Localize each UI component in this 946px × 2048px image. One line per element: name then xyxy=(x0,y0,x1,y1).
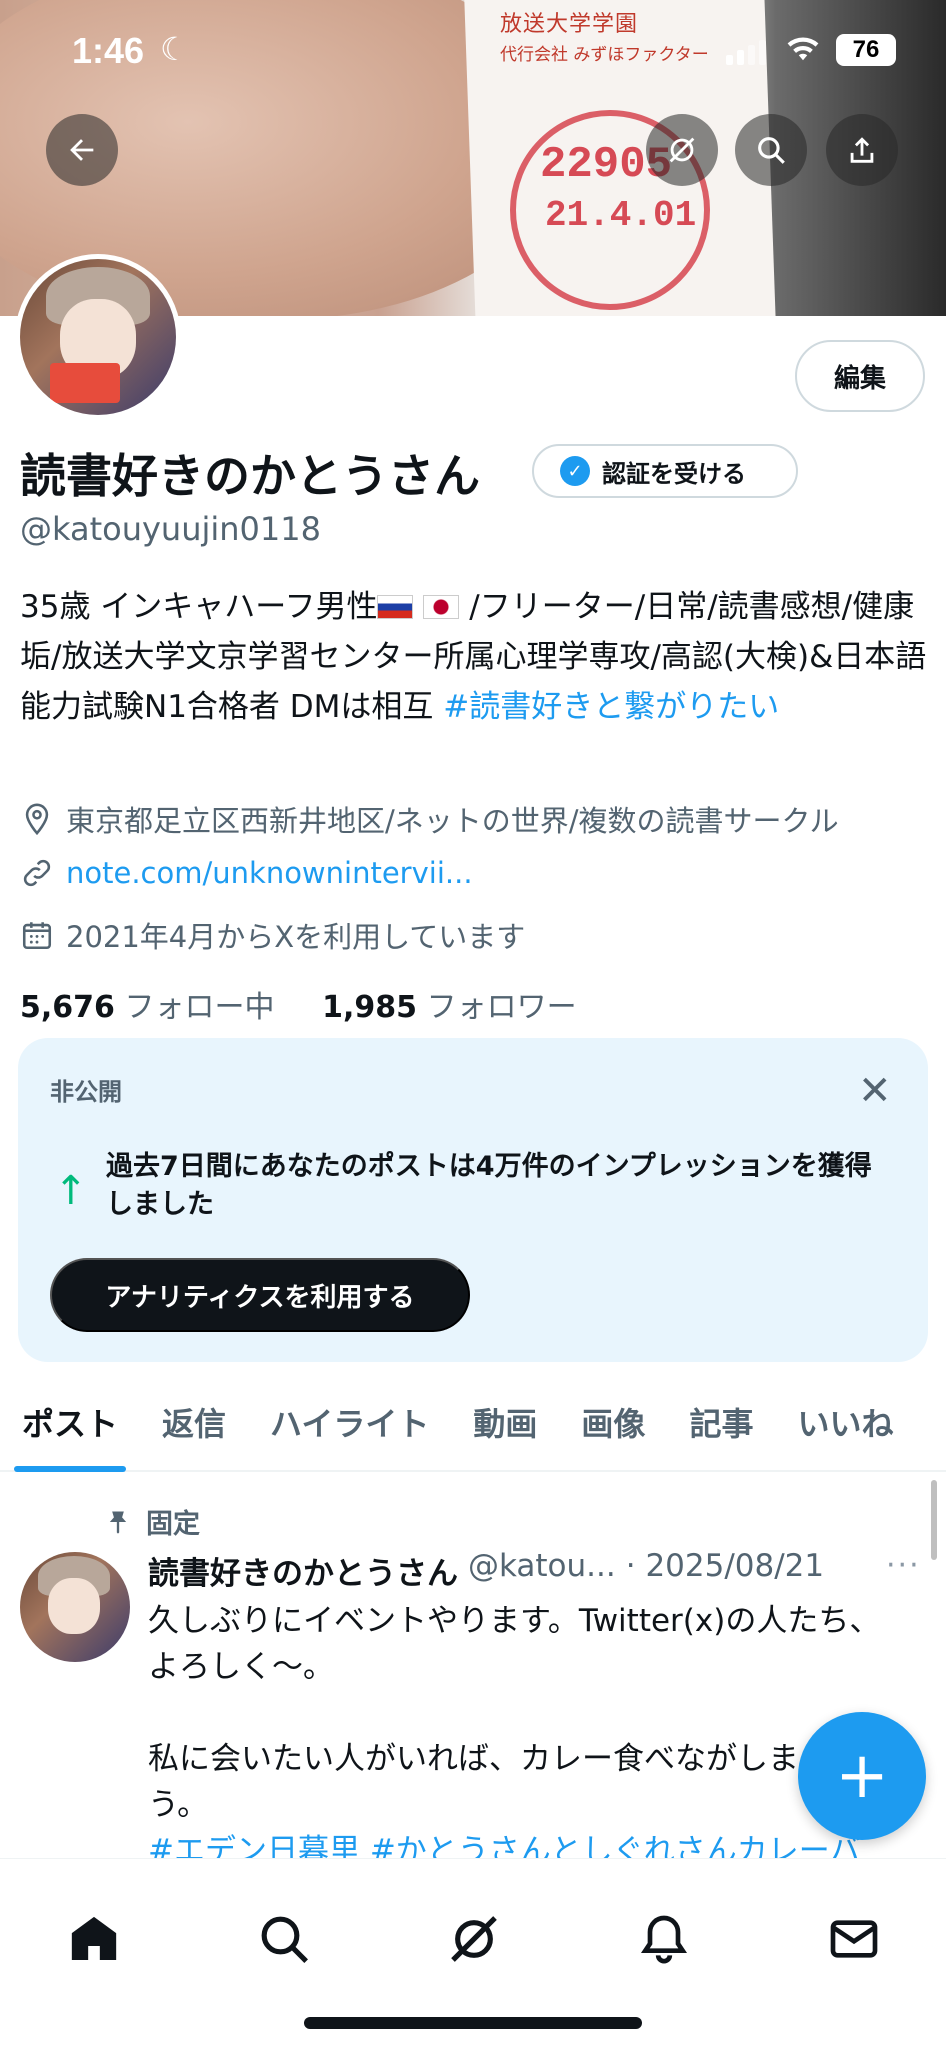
profile-website: note.com/unknownintervii... xyxy=(20,856,473,890)
search-button[interactable] xyxy=(735,114,807,186)
following-count: 5,676 xyxy=(20,990,115,1025)
location-pin-icon xyxy=(25,803,49,836)
profile-tabs: ポスト 返信 ハイライト 動画 画像 記事 いいね xyxy=(0,1396,946,1472)
battery-indicator: 76 xyxy=(836,34,896,66)
compose-post-button[interactable]: + xyxy=(798,1712,926,1840)
pinned-indicator: 固定 xyxy=(104,1502,200,1541)
russia-flag-icon xyxy=(377,595,414,619)
focus-moon-icon: ☾ xyxy=(160,30,189,68)
post-date[interactable]: · 2025/08/21 xyxy=(626,1548,824,1593)
share-button[interactable] xyxy=(826,114,898,186)
post-author-handle[interactable]: @katou... xyxy=(468,1548,616,1593)
tab-posts[interactable]: ポスト xyxy=(0,1396,140,1472)
location-text: 東京都足立区西新井地区/ネットの世界/複数の読書サークル xyxy=(66,804,839,838)
following-label: フォロー中 xyxy=(124,990,275,1025)
follow-stats: 5,676 フォロー中 1,985 フォロワー xyxy=(20,982,577,1026)
grok-nav-icon[interactable] xyxy=(446,1911,502,1967)
tab-articles[interactable]: 記事 xyxy=(667,1396,775,1472)
joined-text: 2021年4月からXを利用しています xyxy=(66,920,526,954)
pin-icon xyxy=(109,1511,127,1534)
post-header: 読書好きのかとうさん @katou... · 2025/08/21 xyxy=(148,1548,824,1593)
tab-videos[interactable]: 動画 xyxy=(451,1396,559,1472)
bio-text-1: 35歳 インキャハーフ男性 xyxy=(20,589,378,625)
tab-replies[interactable]: 返信 xyxy=(140,1396,248,1472)
home-icon[interactable] xyxy=(66,1911,122,1967)
bio-hashtag-link[interactable]: #読書好きと繋がりたい xyxy=(443,689,779,725)
pinned-label: 固定 xyxy=(146,1509,200,1540)
grok-button[interactable] xyxy=(646,114,718,186)
profile-avatar[interactable] xyxy=(15,254,181,420)
banner-stamp-date: 21.4.01 xyxy=(545,195,697,236)
profile-handle: @katouyuujin0118 xyxy=(20,510,321,548)
followers-count: 1,985 xyxy=(322,990,418,1025)
profile-joined: 2021年4月からXを利用しています xyxy=(20,914,525,956)
bell-icon[interactable] xyxy=(636,1911,692,1967)
tab-highlights[interactable]: ハイライト xyxy=(248,1396,451,1472)
following-link[interactable]: 5,676 フォロー中 xyxy=(20,990,274,1025)
get-verified-label: 認証を受ける xyxy=(602,459,746,488)
japan-flag-icon xyxy=(423,595,460,619)
grok-icon xyxy=(669,137,695,163)
analytics-card: 非公開 ✕ ↑ 過去7日間にあなたのポストは4万件のインプレッションを獲得しまし… xyxy=(18,1038,928,1362)
back-arrow-icon xyxy=(70,139,94,161)
scrollbar[interactable] xyxy=(931,1480,937,1560)
share-icon xyxy=(850,137,874,163)
followers-link[interactable]: 1,985 フォロワー xyxy=(322,990,576,1025)
wifi-icon xyxy=(786,32,820,72)
avatar-image xyxy=(20,259,176,415)
profile-display-name: 読書好きのかとうさん xyxy=(20,449,480,503)
get-verified-button[interactable]: ✓ 認証を受ける xyxy=(532,444,798,498)
calendar-icon xyxy=(22,922,52,950)
mail-icon[interactable] xyxy=(826,1911,882,1967)
private-label: 非公開 xyxy=(50,1078,122,1106)
use-analytics-button[interactable]: アナリティクスを利用する xyxy=(50,1258,470,1332)
status-bar: 1:46 ☾ 76 xyxy=(0,0,946,100)
verified-badge-icon: ✓ xyxy=(560,456,590,486)
link-icon xyxy=(23,859,51,887)
close-icon[interactable]: ✕ xyxy=(858,1068,892,1114)
tab-likes[interactable]: いいね xyxy=(775,1396,915,1472)
profile-bio: 35歳 インキャハーフ男性 /フリーター/日常/読書感想/健康垢/放送大学文京学… xyxy=(20,582,930,732)
bottom-navigation xyxy=(0,1858,946,2048)
post-author-avatar[interactable] xyxy=(20,1552,130,1662)
explore-search-icon[interactable] xyxy=(256,1911,312,1967)
more-options-icon[interactable]: ··· xyxy=(886,1548,921,1583)
impressions-message: 過去7日間にあなたのポストは4万件のインプレッションを獲得しました xyxy=(106,1151,872,1220)
website-link[interactable]: note.com/unknownintervii... xyxy=(66,856,473,890)
post-hashtags[interactable]: #エデン日暮里 #かとうさんとしぐれさんカレーバ xyxy=(148,1828,946,1858)
tab-photos[interactable]: 画像 xyxy=(559,1396,667,1472)
followers-label: フォロワー xyxy=(426,990,577,1025)
search-icon xyxy=(758,137,785,164)
status-time: 1:46 xyxy=(72,30,145,71)
cellular-signal-icon xyxy=(726,40,766,65)
post-text: 久しぶりにイベントやります。Twitter(x)の人たち、よろしく〜。 私に会い… xyxy=(148,1603,881,1823)
profile-location: 東京都足立区西新井地区/ネットの世界/複数の読書サークル xyxy=(20,798,839,840)
post-avatar-face-shape xyxy=(48,1578,100,1634)
home-indicator xyxy=(304,2017,642,2029)
up-arrow-icon: ↑ xyxy=(54,1168,88,1214)
back-button[interactable] xyxy=(46,114,118,186)
plus-icon: + xyxy=(835,1739,889,1813)
post-author-name[interactable]: 読書好きのかとうさん xyxy=(148,1548,458,1593)
edit-profile-button[interactable]: 編集 xyxy=(795,340,925,412)
avatar-book-shape xyxy=(50,363,120,403)
